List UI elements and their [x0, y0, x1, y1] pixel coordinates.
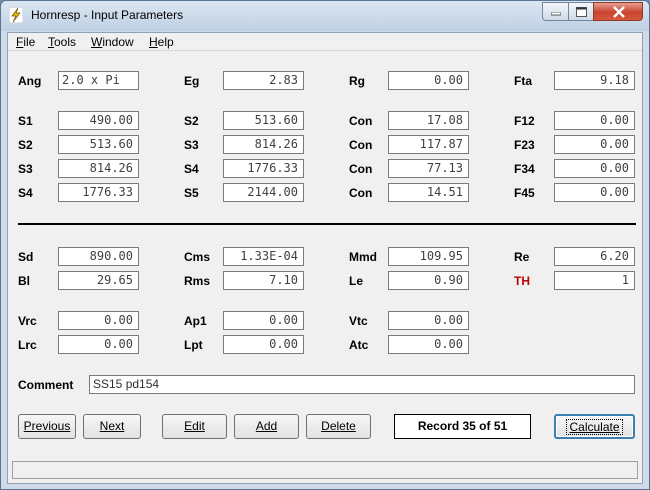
label-mmd: Mmd	[349, 250, 377, 264]
menu-window[interactable]: Window	[91, 35, 134, 49]
label-th: TH	[514, 274, 530, 288]
field-re[interactable]: 6.20	[554, 247, 635, 266]
label-le: Le	[349, 274, 364, 288]
label-f45: F45	[514, 186, 535, 200]
label-lrc: Lrc	[18, 338, 37, 352]
label-re: Re	[514, 250, 530, 264]
label-s3: S3	[184, 138, 199, 152]
field-f12[interactable]: 0.00	[554, 111, 635, 130]
field-s4-b[interactable]: 1776.33	[58, 183, 139, 202]
label-s2-b: S2	[18, 138, 33, 152]
field-mmd[interactable]: 109.95	[388, 247, 469, 266]
label-bl: Bl	[18, 274, 30, 288]
field-f34[interactable]: 0.00	[554, 159, 635, 178]
label-ap1: Ap1	[184, 314, 207, 328]
label-s2: S2	[184, 114, 199, 128]
field-le[interactable]: 0.90	[388, 271, 469, 290]
label-f23: F23	[514, 138, 535, 152]
label-con1: Con	[349, 114, 373, 128]
field-con4[interactable]: 14.51	[388, 183, 469, 202]
menu-bar: File Tools Window Help	[8, 33, 642, 51]
label-fta: Fta	[514, 74, 532, 88]
label-con3: Con	[349, 162, 373, 176]
field-f45[interactable]: 0.00	[554, 183, 635, 202]
calculate-label: Calculate	[566, 419, 623, 435]
label-con4: Con	[349, 186, 373, 200]
field-bl[interactable]: 29.65	[58, 271, 139, 290]
window-title: Hornresp - Input Parameters	[31, 8, 184, 22]
field-fta[interactable]: 9.18	[554, 71, 635, 90]
label-comment: Comment	[18, 378, 74, 392]
client-area: File Tools Window Help Ang 2.0 x Pi Eg 2…	[7, 32, 643, 484]
app-window: Hornresp - Input Parameters File Tools W…	[0, 0, 650, 490]
field-ang[interactable]: 2.0 x Pi	[58, 71, 139, 90]
close-button[interactable]	[593, 2, 643, 21]
section-divider	[18, 223, 636, 225]
label-vrc: Vrc	[18, 314, 37, 328]
label-ang: Ang	[18, 74, 42, 88]
lightning-bolt-icon	[9, 7, 23, 23]
label-sd: Sd	[18, 250, 34, 264]
label-s5: S5	[184, 186, 199, 200]
field-s3[interactable]: 814.26	[223, 135, 304, 154]
field-rg[interactable]: 0.00	[388, 71, 469, 90]
minimize-button[interactable]	[542, 2, 569, 21]
field-s2[interactable]: 513.60	[223, 111, 304, 130]
label-rg: Rg	[349, 74, 365, 88]
record-indicator: Record 35 of 51	[394, 414, 531, 439]
previous-button[interactable]: Previous	[18, 414, 76, 439]
label-s3-b: S3	[18, 162, 33, 176]
maximize-icon	[576, 7, 587, 17]
field-s3-b[interactable]: 814.26	[58, 159, 139, 178]
maximize-button[interactable]	[568, 2, 594, 21]
field-s2-b[interactable]: 513.60	[58, 135, 139, 154]
field-atc[interactable]: 0.00	[388, 335, 469, 354]
title-bar[interactable]: Hornresp - Input Parameters	[1, 1, 649, 31]
comment-field[interactable]: SS15 pd154	[89, 375, 635, 394]
label-s1: S1	[18, 114, 33, 128]
label-cms: Cms	[184, 250, 211, 264]
menu-file[interactable]: File	[16, 35, 35, 49]
label-f12: F12	[514, 114, 535, 128]
field-eg[interactable]: 2.83	[223, 71, 304, 90]
field-lrc[interactable]: 0.00	[58, 335, 139, 354]
delete-button[interactable]: Delete	[306, 414, 371, 439]
field-con3[interactable]: 77.13	[388, 159, 469, 178]
add-button[interactable]: Add	[234, 414, 299, 439]
edit-button[interactable]: Edit	[162, 414, 227, 439]
field-con1[interactable]: 17.08	[388, 111, 469, 130]
field-rms[interactable]: 7.10	[223, 271, 304, 290]
label-vtc: Vtc	[349, 314, 368, 328]
label-s4-b: S4	[18, 186, 33, 200]
label-s4: S4	[184, 162, 199, 176]
field-s1[interactable]: 490.00	[58, 111, 139, 130]
label-con2: Con	[349, 138, 373, 152]
calculate-button[interactable]: Calculate	[554, 414, 635, 439]
close-icon	[613, 6, 625, 18]
label-rms: Rms	[184, 274, 211, 288]
field-s5[interactable]: 2144.00	[223, 183, 304, 202]
field-vrc[interactable]: 0.00	[58, 311, 139, 330]
label-atc: Atc	[349, 338, 369, 352]
status-bar	[12, 461, 638, 479]
label-f34: F34	[514, 162, 535, 176]
field-s4[interactable]: 1776.33	[223, 159, 304, 178]
field-con2[interactable]: 117.87	[388, 135, 469, 154]
field-sd[interactable]: 890.00	[58, 247, 139, 266]
field-ap1[interactable]: 0.00	[223, 311, 304, 330]
menu-tools[interactable]: Tools	[48, 35, 76, 49]
label-lpt: Lpt	[184, 338, 203, 352]
field-cms[interactable]: 1.33E-04	[223, 247, 304, 266]
label-eg: Eg	[184, 74, 200, 88]
minimize-icon	[551, 12, 561, 16]
field-th[interactable]: 1	[554, 271, 635, 290]
next-button[interactable]: Next	[83, 414, 141, 439]
field-f23[interactable]: 0.00	[554, 135, 635, 154]
field-lpt[interactable]: 0.00	[223, 335, 304, 354]
menu-help[interactable]: Help	[149, 35, 174, 49]
field-vtc[interactable]: 0.00	[388, 311, 469, 330]
